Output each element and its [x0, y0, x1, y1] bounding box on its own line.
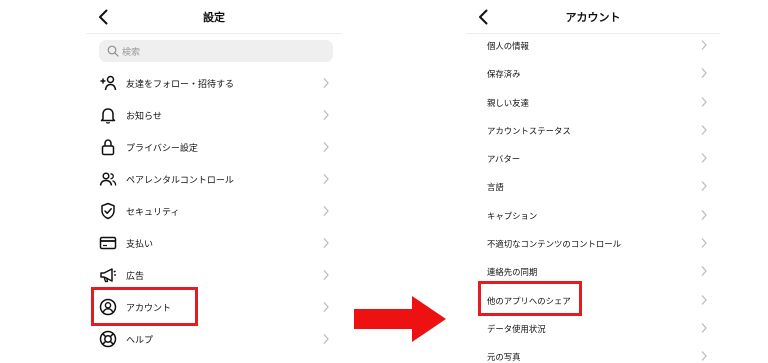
chevron-right-icon: [701, 153, 707, 164]
account-header: アカウント: [466, 0, 720, 34]
chevron-right-icon: [323, 142, 329, 152]
search-icon: [107, 45, 119, 57]
chevron-right-icon: [701, 238, 707, 249]
search-placeholder: 検索: [122, 48, 141, 58]
account-item-sensitive-content[interactable]: 不適切なコンテンツのコントロール: [466, 229, 720, 257]
settings-item-parental-control[interactable]: ペアレンタルコントロール: [86, 163, 342, 195]
add-person-icon: [100, 75, 117, 91]
account-item-label: アバター: [487, 154, 521, 165]
settings-item-privacy[interactable]: プライバシー設定: [86, 131, 342, 163]
settings-item-label: 広告: [126, 272, 145, 282]
chevron-right-icon: [323, 334, 329, 344]
chevron-right-icon: [701, 181, 707, 192]
page-title: 設定: [203, 11, 225, 24]
settings-item-label: 支払い: [126, 240, 154, 250]
chevron-right-icon: [701, 124, 707, 135]
chevron-right-icon: [701, 40, 707, 50]
account-item-personal-info[interactable]: 個人の情報: [466, 31, 720, 59]
search-input[interactable]: 検索: [99, 40, 333, 62]
bell-icon: [100, 108, 116, 124]
settings-item-label: 友達をフォロー・招待する: [126, 80, 235, 90]
account-item-original-photos[interactable]: 元の写真: [466, 342, 720, 363]
settings-item-help[interactable]: ヘルプ: [86, 323, 342, 355]
chevron-right-icon: [701, 351, 707, 362]
account-item-label: 不適切なコンテンツのコントロール: [487, 239, 621, 250]
chevron-right-icon: [701, 209, 707, 220]
settings-item-label: プライバシー設定: [126, 144, 198, 154]
lifebuoy-icon: [99, 330, 117, 348]
settings-item-invite-friends[interactable]: 友達をフォロー・招待する: [86, 67, 342, 99]
account-item-account-status[interactable]: アカウントステータス: [466, 116, 720, 144]
account-item-close-friends[interactable]: 親しい友達: [466, 88, 720, 116]
chevron-right-icon: [323, 270, 329, 280]
chevron-right-icon: [701, 323, 707, 333]
page-title: アカウント: [565, 11, 621, 24]
chevron-right-icon: [701, 266, 707, 277]
settings-item-label: ヘルプ: [126, 336, 154, 346]
account-item-label: 言語: [487, 182, 504, 193]
chevron-right-icon: [323, 78, 329, 88]
chevron-right-icon: [701, 96, 707, 107]
settings-item-label: お知らせ: [126, 112, 162, 122]
settings-item-label: ペアレンタルコントロール: [126, 176, 234, 186]
account-item-label: 親しい友達: [487, 97, 529, 108]
account-item-label: キャプション: [487, 210, 538, 221]
lock-icon: [101, 139, 115, 156]
chevron-right-icon: [323, 174, 329, 184]
settings-item-label: セキュリティ: [126, 208, 180, 218]
highlight-box-account: [91, 287, 198, 326]
account-item-captions[interactable]: キャプション: [466, 201, 720, 229]
account-item-label: データ使用状況: [487, 323, 546, 334]
account-item-label: 元の写真: [487, 352, 521, 363]
credit-card-icon: [99, 236, 117, 250]
chevron-right-icon: [323, 302, 329, 312]
account-item-saved[interactable]: 保存済み: [466, 59, 720, 87]
account-item-language[interactable]: 言語: [466, 172, 720, 200]
settings-item-payments[interactable]: 支払い: [86, 227, 342, 259]
account-item-data-usage[interactable]: データ使用状況: [466, 314, 720, 342]
people-icon: [99, 172, 117, 186]
account-item-avatar[interactable]: アバター: [466, 144, 720, 172]
highlight-box-share-to-other-apps: [478, 281, 582, 316]
chevron-right-icon: [323, 110, 329, 120]
account-item-label: 保存済み: [487, 69, 521, 80]
settings-item-security[interactable]: セキュリティ: [86, 195, 342, 227]
account-item-label: 連絡先の同期: [487, 267, 538, 278]
settings-header: 設定: [86, 0, 342, 34]
chevron-right-icon: [323, 238, 329, 248]
megaphone-icon: [100, 268, 116, 283]
account-item-label: アカウントステータス: [487, 125, 571, 136]
chevron-right-icon: [701, 68, 707, 79]
shield-check-icon: [101, 202, 115, 220]
account-item-label: 個人の情報: [487, 41, 529, 51]
settings-item-notifications[interactable]: お知らせ: [86, 99, 342, 131]
red-arrow-icon: [354, 296, 446, 342]
chevron-right-icon: [701, 294, 707, 305]
chevron-right-icon: [323, 206, 329, 216]
